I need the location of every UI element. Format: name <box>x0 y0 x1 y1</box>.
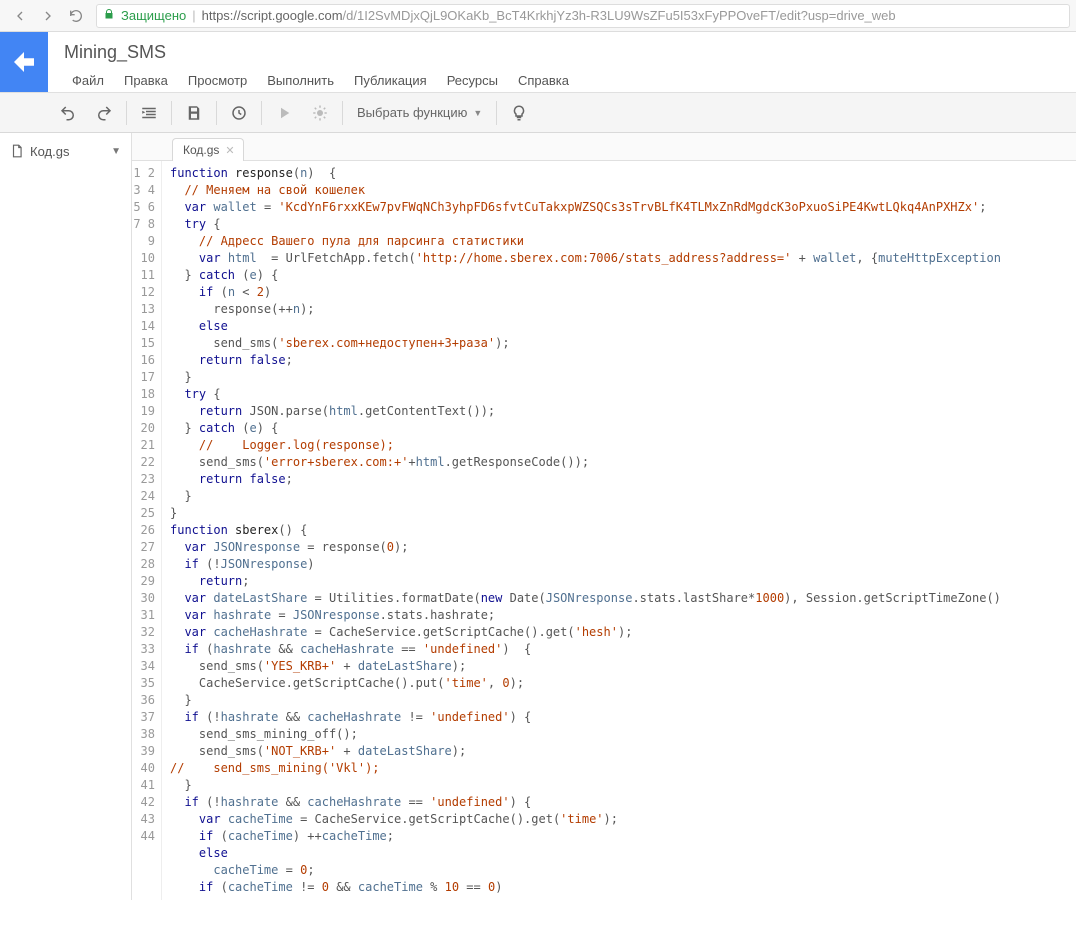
menu-item[interactable]: Ресурсы <box>439 69 506 92</box>
project-title[interactable]: Mining_SMS <box>64 42 577 63</box>
chevron-down-icon: ▼ <box>473 108 482 118</box>
app-header: Mining_SMS ФайлПравкаПросмотрВыполнитьПу… <box>0 32 1076 93</box>
close-icon[interactable]: ✕ <box>225 144 234 157</box>
menu-bar: ФайлПравкаПросмотрВыполнитьПубликацияРес… <box>64 69 577 92</box>
menu-item[interactable]: Справка <box>510 69 577 92</box>
undo-icon[interactable] <box>50 93 86 132</box>
sidebar-file-item[interactable]: Код.gs ▼ <box>4 139 127 163</box>
separator-pipe: | <box>192 8 195 23</box>
tab-label: Код.gs <box>183 143 219 157</box>
editor-column: Код.gs ✕ 1 2 3 4 5 6 7 8 9 10 11 12 13 1… <box>132 133 1076 900</box>
back-icon[interactable] <box>6 2 34 30</box>
browser-bar: Защищено | https://script.google.com/d/1… <box>0 0 1076 32</box>
lock-icon <box>103 8 115 23</box>
address-bar[interactable]: Защищено | https://script.google.com/d/1… <box>96 4 1070 28</box>
sidebar-file-label: Код.gs <box>30 144 69 159</box>
clock-icon[interactable] <box>221 93 257 132</box>
save-icon[interactable] <box>176 93 212 132</box>
reload-icon[interactable] <box>62 2 90 30</box>
function-select[interactable]: Выбрать функцию ▼ <box>347 93 492 132</box>
toolbar: Выбрать функцию ▼ <box>0 93 1076 133</box>
secure-label: Защищено <box>121 8 186 23</box>
menu-item[interactable]: Просмотр <box>180 69 255 92</box>
menu-item[interactable]: Файл <box>64 69 112 92</box>
url-text: https://script.google.com/d/1I2SvMDjxQjL… <box>202 8 896 23</box>
file-sidebar: Код.gs ▼ <box>0 133 132 900</box>
line-gutter: 1 2 3 4 5 6 7 8 9 10 11 12 13 14 15 16 1… <box>132 161 162 900</box>
editor-tab[interactable]: Код.gs ✕ <box>172 138 244 161</box>
code-editor[interactable]: 1 2 3 4 5 6 7 8 9 10 11 12 13 14 15 16 1… <box>132 161 1076 900</box>
forward-icon[interactable] <box>34 2 62 30</box>
apps-script-icon[interactable] <box>0 32 48 92</box>
tab-row: Код.gs ✕ <box>132 133 1076 161</box>
menu-item[interactable]: Публикация <box>346 69 435 92</box>
menu-item[interactable]: Правка <box>116 69 176 92</box>
function-select-label: Выбрать функцию <box>357 105 467 120</box>
run-icon[interactable] <box>266 93 302 132</box>
workspace: Код.gs ▼ Код.gs ✕ 1 2 3 4 5 6 7 8 9 10 1… <box>0 133 1076 900</box>
lightbulb-icon[interactable] <box>501 93 537 132</box>
file-icon <box>10 143 24 159</box>
redo-icon[interactable] <box>86 93 122 132</box>
menu-item[interactable]: Выполнить <box>259 69 342 92</box>
chevron-down-icon[interactable]: ▼ <box>111 146 121 157</box>
code-text[interactable]: function response(n) { // Меняем на свой… <box>162 161 1076 900</box>
indent-icon[interactable] <box>131 93 167 132</box>
debug-icon[interactable] <box>302 93 338 132</box>
